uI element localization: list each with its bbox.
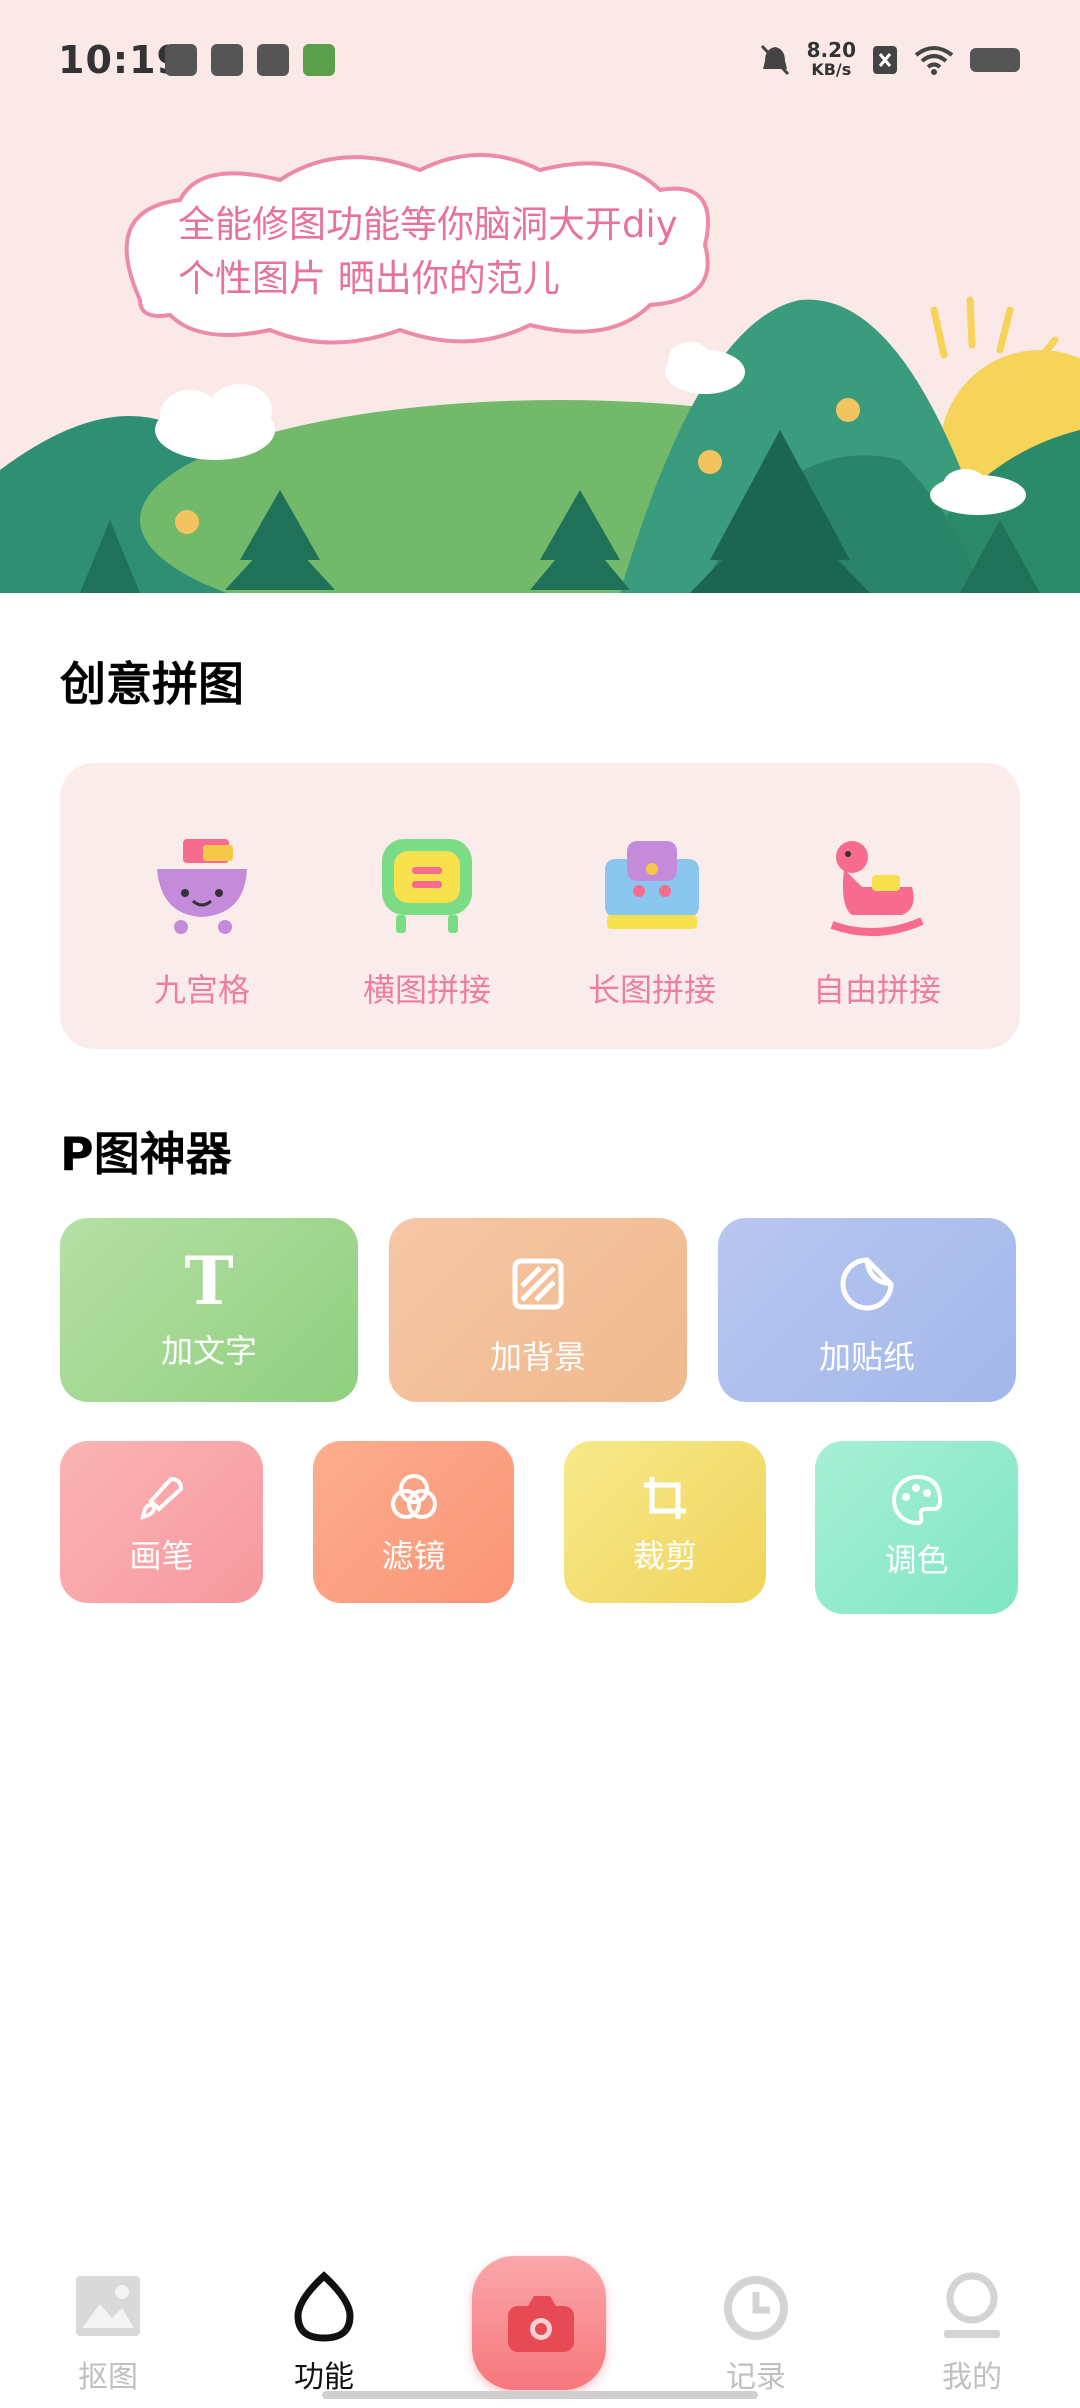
tool-label-brush: 画笔 <box>129 1537 194 1575</box>
network-speed: 8.20 KB/s <box>807 40 856 80</box>
image-icon <box>76 2276 140 2336</box>
collage-section-title: 创意拼图 <box>60 657 244 711</box>
tool-label-crop: 裁剪 <box>632 1537 697 1575</box>
tool-add-text[interactable]: T 加文字 <box>60 1218 358 1402</box>
nav-label-features: 功能 <box>294 2360 354 2395</box>
battery-icon <box>970 48 1020 72</box>
sticker-icon <box>840 1257 894 1311</box>
collage-item-free[interactable]: 自由拼接 <box>777 829 977 1011</box>
network-speed-value: 8.20 <box>806 38 856 62</box>
tool-add-background[interactable]: 加背景 <box>389 1218 687 1402</box>
crop-icon <box>644 1477 686 1519</box>
palette-icon <box>891 1474 942 1526</box>
notification-icons <box>165 44 335 76</box>
tool-color-adjust[interactable]: 调色 <box>815 1441 1018 1614</box>
nav-item-cutout[interactable]: 抠图 <box>48 2270 168 2396</box>
banner-text: 全能修图功能等你脑洞大开diy 个性图片 晒出你的范儿 <box>178 198 738 306</box>
nav-label-records: 记录 <box>726 2360 786 2395</box>
app-notification-icon <box>257 44 289 76</box>
nav-label-profile: 我的 <box>942 2360 1002 2395</box>
nav-item-features[interactable]: 功能 <box>264 2270 384 2396</box>
tool-label-add-text: 加文字 <box>160 1332 257 1370</box>
collage-item-horizontal[interactable]: 横图拼接 <box>327 829 527 1011</box>
no-sim-icon <box>873 46 897 74</box>
tool-label-filter: 滤镜 <box>381 1537 446 1575</box>
tv-emoji-icon <box>382 839 472 933</box>
rocking-horse-icon <box>830 841 924 937</box>
collage-label-free: 自由拼接 <box>812 971 941 1009</box>
collage-panel: 九宫格 横图拼接 长图拼接 自由拼接 <box>60 763 1020 1049</box>
brush-icon <box>140 1476 183 1520</box>
nav-label-cutout: 抠图 <box>78 2360 138 2395</box>
home-indicator <box>322 2391 758 2399</box>
mail-icon <box>165 44 197 76</box>
mute-bell-icon <box>760 44 789 76</box>
tool-crop[interactable]: 裁剪 <box>564 1441 766 1603</box>
banner-line2: 个性图片 晒出你的范儿 <box>178 257 560 300</box>
camera-button[interactable] <box>472 2256 606 2390</box>
nav-item-profile[interactable]: 我的 <box>912 2270 1032 2396</box>
collage-label-nine-grid: 九宫格 <box>153 971 250 1009</box>
status-bar: 10:19 8.20 KB/s <box>0 0 1080 120</box>
background-icon <box>512 1258 564 1310</box>
cart-emoji-icon <box>157 839 247 934</box>
tool-add-sticker[interactable]: 加贴纸 <box>718 1218 1016 1402</box>
tool-label-add-background: 加背景 <box>489 1338 586 1376</box>
tool-label-add-sticker: 加贴纸 <box>818 1338 915 1376</box>
banner-line1: 全能修图功能等你脑洞大开diy <box>178 203 678 246</box>
collage-item-long[interactable]: 长图拼接 <box>552 829 752 1011</box>
collage-label-horizontal: 横图拼接 <box>362 971 491 1009</box>
filter-icon <box>390 1474 437 1519</box>
calendar-icon <box>211 44 243 76</box>
nav-item-records[interactable]: 记录 <box>696 2270 816 2396</box>
system-indicators: 8.20 KB/s <box>759 40 1020 80</box>
text-icon: T <box>184 1242 234 1320</box>
network-speed-unit: KB/s <box>811 60 852 79</box>
clock-icon <box>724 2276 788 2340</box>
wifi-icon <box>914 46 954 75</box>
tool-filter[interactable]: 滤镜 <box>313 1441 514 1603</box>
collage-item-nine-grid[interactable]: 九宫格 <box>102 829 302 1011</box>
game-app-icon <box>303 44 335 76</box>
collage-label-long: 长图拼接 <box>587 971 716 1009</box>
egg-icon <box>294 2271 354 2342</box>
tools-section-title: P图神器 <box>60 1127 232 1181</box>
castle-icon <box>605 841 699 929</box>
tool-label-color-adjust: 调色 <box>884 1541 949 1579</box>
tool-brush[interactable]: 画笔 <box>60 1441 263 1603</box>
person-icon <box>944 2272 1000 2338</box>
camera-icon <box>508 2296 574 2352</box>
